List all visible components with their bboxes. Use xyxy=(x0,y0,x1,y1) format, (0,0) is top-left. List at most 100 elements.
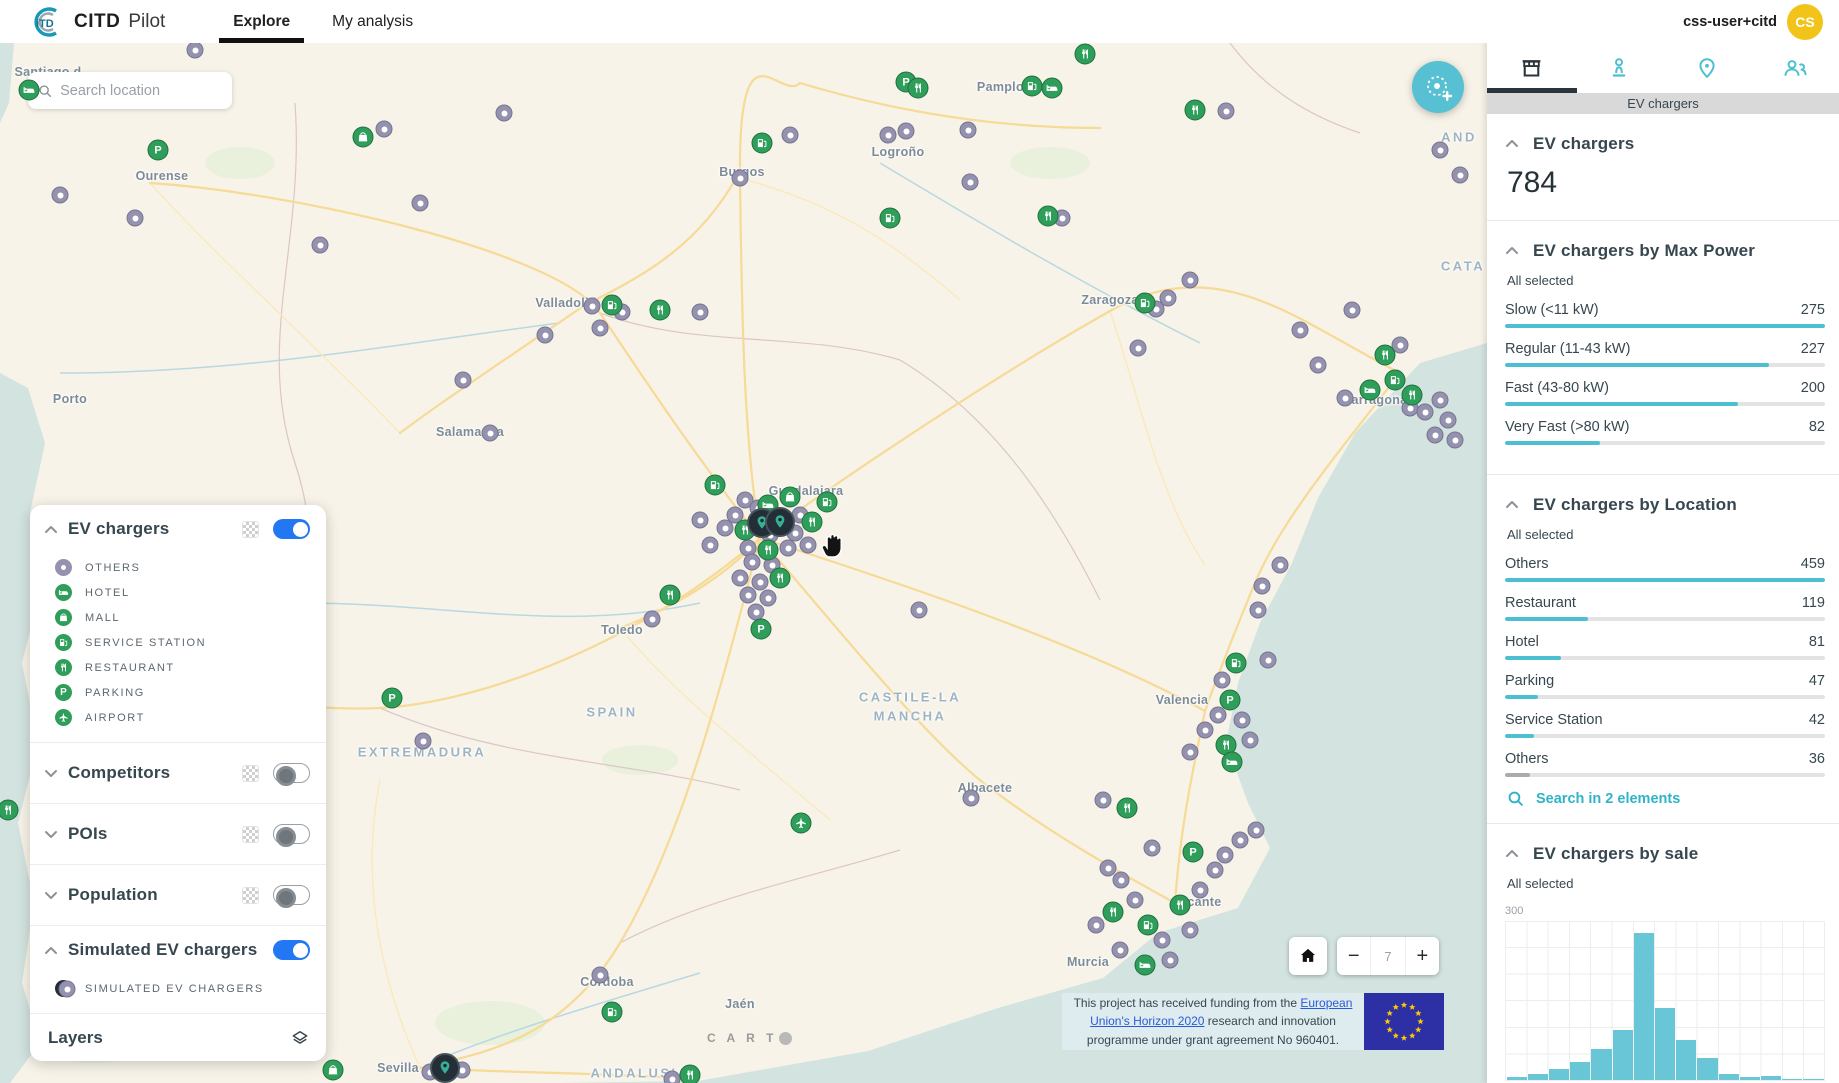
marker-others[interactable] xyxy=(187,42,204,59)
marker-others[interactable] xyxy=(412,195,429,212)
marker-others[interactable] xyxy=(1417,404,1434,421)
marker-parking[interactable]: P xyxy=(751,619,772,640)
marker-others[interactable] xyxy=(1182,922,1199,939)
marker-service-station[interactable] xyxy=(752,133,773,154)
marker-others[interactable] xyxy=(1452,167,1469,184)
marker-restaurant[interactable] xyxy=(1402,385,1423,406)
marker-mall[interactable] xyxy=(323,1060,344,1081)
collapse-chevron-icon[interactable] xyxy=(1505,135,1519,153)
marker-service-station[interactable] xyxy=(817,492,838,513)
marker-restaurant[interactable] xyxy=(660,585,681,606)
marker-service-station[interactable] xyxy=(1226,653,1247,674)
marker-others[interactable] xyxy=(1427,427,1444,444)
marker-others[interactable] xyxy=(717,520,734,537)
marker-others[interactable] xyxy=(744,554,761,571)
zoom-in-button[interactable]: + xyxy=(1405,937,1439,975)
marker-parking[interactable]: P xyxy=(1183,842,1204,863)
meter-slow-11-kw-[interactable]: Slow (<11 kW)275 xyxy=(1505,302,1825,328)
marker-others[interactable] xyxy=(962,174,979,191)
marker-others[interactable] xyxy=(1182,744,1199,761)
layer-section-population[interactable]: Population xyxy=(30,865,326,925)
marker-restaurant[interactable] xyxy=(802,512,823,533)
marker-service-station[interactable] xyxy=(1022,76,1043,97)
marker-service-station[interactable] xyxy=(880,208,901,229)
zoom-out-button[interactable]: − xyxy=(1337,937,1370,975)
marker-others[interactable] xyxy=(1272,557,1289,574)
marker-others[interactable] xyxy=(59,981,76,998)
meter-others[interactable]: Others36 xyxy=(1505,751,1825,777)
marker-others[interactable] xyxy=(1088,917,1105,934)
layer-section-ev-chargers[interactable]: EV chargers xyxy=(30,505,326,553)
marker-others[interactable] xyxy=(1260,652,1277,669)
marker-service-station[interactable] xyxy=(705,475,726,496)
marker-others[interactable] xyxy=(376,121,393,138)
marker-others[interactable] xyxy=(1130,340,1147,357)
chevron-down-icon[interactable] xyxy=(44,830,68,839)
marker-others[interactable] xyxy=(482,425,499,442)
layer-toggle[interactable] xyxy=(273,763,310,783)
marker-hotel[interactable] xyxy=(1042,78,1063,99)
marker-others[interactable] xyxy=(780,540,797,557)
marker-others[interactable] xyxy=(1207,862,1224,879)
marker-others[interactable] xyxy=(455,372,472,389)
marker-others[interactable] xyxy=(752,574,769,591)
meter-restaurant[interactable]: Restaurant119 xyxy=(1505,595,1825,621)
marker-others[interactable] xyxy=(1337,390,1354,407)
marker-others[interactable] xyxy=(1100,860,1117,877)
marker-others[interactable] xyxy=(415,733,432,750)
marker-hotel[interactable] xyxy=(19,80,40,101)
search-input[interactable] xyxy=(60,83,222,99)
meter-parking[interactable]: Parking47 xyxy=(1505,673,1825,699)
opacity-swatch[interactable] xyxy=(242,826,259,843)
marker-others[interactable] xyxy=(664,1071,681,1083)
meter-hotel[interactable]: Hotel81 xyxy=(1505,634,1825,660)
marker-others[interactable] xyxy=(1234,712,1251,729)
run-analysis-fab[interactable] xyxy=(1412,61,1464,113)
marker-hotel[interactable] xyxy=(1222,752,1243,773)
marker-restaurant[interactable] xyxy=(1038,206,1059,227)
marker-others[interactable] xyxy=(1248,822,1265,839)
map-home-button[interactable] xyxy=(1289,937,1327,975)
marker-hotel[interactable] xyxy=(1135,955,1156,976)
marker-service-station[interactable] xyxy=(1385,370,1406,391)
marker-restaurant[interactable] xyxy=(1075,44,1096,65)
search-in-elements-link[interactable]: Search in 2 elements xyxy=(1507,790,1825,807)
marker-others[interactable] xyxy=(1344,302,1361,319)
marker-others[interactable] xyxy=(1113,872,1130,889)
marker-others[interactable] xyxy=(1192,882,1209,899)
marker-restaurant[interactable] xyxy=(770,568,791,589)
marker-others[interactable] xyxy=(1447,432,1464,449)
layer-section-simulated-ev-chargers[interactable]: Simulated EV chargers xyxy=(30,926,326,974)
meter-service-station[interactable]: Service Station42 xyxy=(1505,712,1825,738)
marker-others[interactable] xyxy=(496,105,513,122)
marker-others[interactable] xyxy=(1112,942,1129,959)
location-search-box[interactable] xyxy=(28,72,232,109)
marker-restaurant[interactable] xyxy=(1375,345,1396,366)
tab-pois[interactable] xyxy=(1663,50,1751,86)
layer-toggle[interactable] xyxy=(273,940,310,960)
chevron-up-icon[interactable] xyxy=(44,946,68,955)
marker-restaurant[interactable] xyxy=(1170,895,1191,916)
marker-service-station[interactable] xyxy=(1138,915,1159,936)
marker-others[interactable] xyxy=(1254,578,1271,595)
marker-others[interactable] xyxy=(127,210,144,227)
collapse-chevron-icon[interactable] xyxy=(1505,242,1519,260)
sale-histogram[interactable] xyxy=(1505,921,1825,1081)
marker-restaurant[interactable] xyxy=(908,78,929,99)
opacity-swatch[interactable] xyxy=(242,765,259,782)
marker-others[interactable] xyxy=(1242,732,1259,749)
marker-others[interactable] xyxy=(1310,357,1327,374)
marker-others[interactable] xyxy=(312,237,329,254)
marker-others[interactable] xyxy=(1218,103,1235,120)
marker-others[interactable] xyxy=(1162,952,1179,969)
layer-toggle[interactable] xyxy=(273,824,310,844)
marker-others[interactable] xyxy=(960,122,977,139)
marker-others[interactable] xyxy=(52,187,69,204)
marker-others[interactable] xyxy=(782,127,799,144)
marker-others[interactable] xyxy=(1127,892,1144,909)
marker-others[interactable] xyxy=(1214,672,1231,689)
marker-service-station[interactable] xyxy=(1135,293,1156,314)
layer-section-pois[interactable]: POIs xyxy=(30,804,326,864)
marker-restaurant[interactable] xyxy=(650,300,671,321)
marker-others[interactable] xyxy=(898,123,915,140)
